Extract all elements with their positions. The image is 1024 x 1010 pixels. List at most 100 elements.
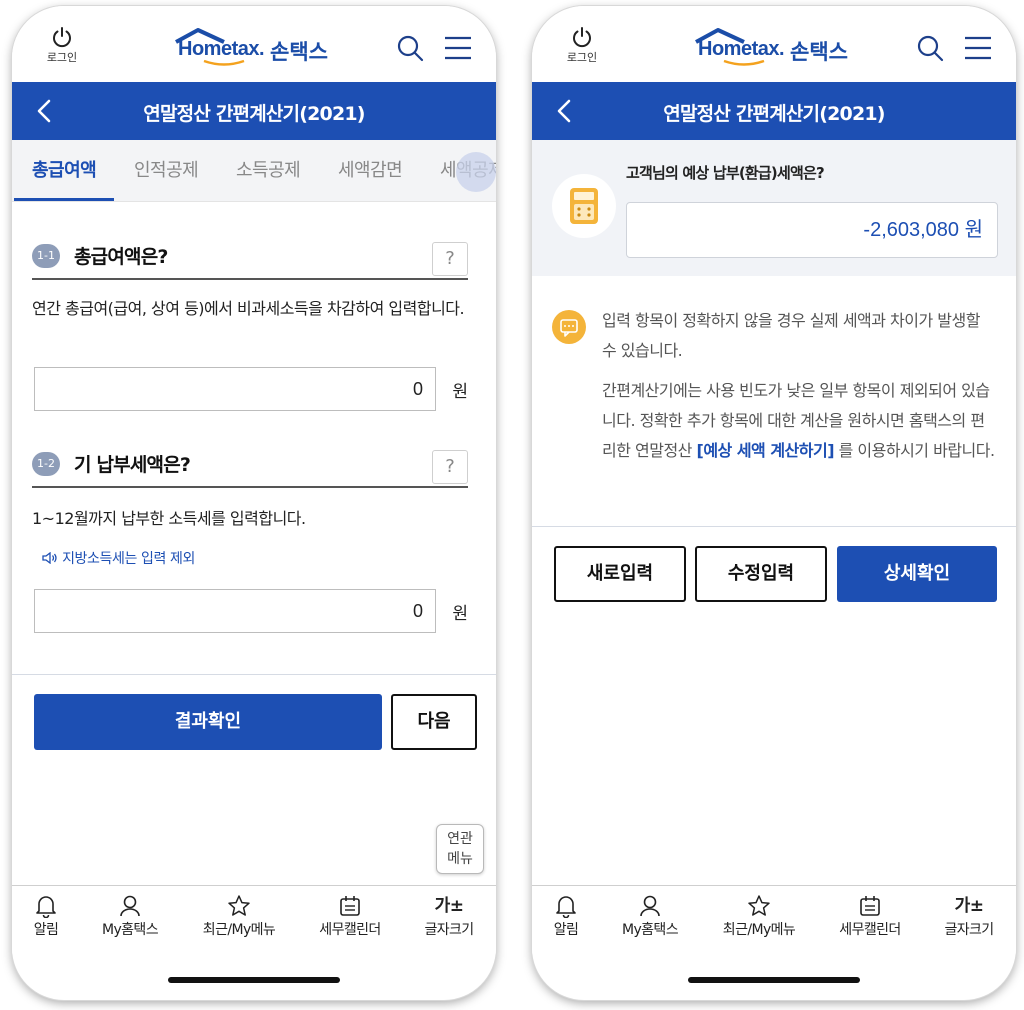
tab-scroll-indicator[interactable] bbox=[456, 152, 496, 192]
home-indicator bbox=[168, 977, 340, 983]
bell-icon bbox=[36, 896, 56, 918]
logo-hometax-text: Hometax. bbox=[698, 38, 785, 60]
nav-my-hometax[interactable]: My홈택스 bbox=[614, 894, 686, 939]
logo-sontax-text: 손택스 bbox=[790, 40, 848, 64]
star-icon bbox=[228, 895, 250, 916]
section-description: 연간 총급여(급여, 상여 등)에서 비과세소득을 차감하여 입력합니다. bbox=[32, 299, 465, 318]
nav-label: 최근/My메뉴 bbox=[202, 922, 276, 938]
nav-tax-calendar[interactable]: 세무캘린더 bbox=[310, 894, 390, 939]
related-menu-button[interactable]: 연관 메뉴 bbox=[436, 824, 484, 874]
detail-confirm-button[interactable]: 상세확인 bbox=[837, 546, 997, 602]
hamburger-menu-icon[interactable] bbox=[964, 36, 992, 60]
nav-notifications[interactable]: 알림 bbox=[546, 894, 586, 939]
user-icon bbox=[120, 895, 140, 917]
phone-screen-input: 로그인 Hometax. 손택스 연말정산 간편계산기(2021) 총급여액 인… bbox=[12, 6, 496, 1000]
page-titlebar: 연말정산 간편계산기(2021) bbox=[12, 82, 496, 140]
step-tabs: 총급여액 인적공제 소득공제 세액감면 세액공제 bbox=[12, 140, 496, 202]
login-button[interactable]: 로그인 bbox=[562, 26, 602, 65]
help-button[interactable]: ? bbox=[432, 242, 468, 276]
nav-label: My홈택스 bbox=[101, 922, 159, 938]
section-divider bbox=[12, 674, 496, 675]
section-paid-tax-header: 1-2 기 납부세액은? ? bbox=[32, 444, 468, 488]
nav-label: 세무캘린더 bbox=[319, 922, 381, 938]
logo-sontax-text: 손택스 bbox=[270, 40, 328, 64]
section-gross-salary-header: 1-1 총급여액은? ? bbox=[32, 236, 468, 280]
currency-unit: 원 bbox=[452, 382, 468, 402]
hometax-logo[interactable]: Hometax. 손택스 bbox=[692, 28, 862, 66]
nav-label: My홈택스 bbox=[621, 922, 679, 938]
related-menu-line1: 연관 bbox=[447, 831, 473, 847]
nav-recent-my-menu[interactable]: 최근/My메뉴 bbox=[714, 894, 804, 939]
tab-tax-reduction[interactable]: 세액감면 bbox=[338, 140, 403, 201]
nav-recent-my-menu[interactable]: 최근/My메뉴 bbox=[194, 894, 284, 939]
nav-tax-calendar[interactable]: 세무캘린더 bbox=[830, 894, 910, 939]
next-button[interactable]: 다음 bbox=[391, 694, 477, 750]
font-size-icon: 가± bbox=[434, 896, 464, 916]
local-tax-note: 지방소득세는 입력 제외 bbox=[42, 548, 195, 568]
calendar-icon bbox=[340, 896, 360, 916]
currency-unit: 원 bbox=[452, 604, 468, 624]
nav-font-size[interactable]: 가± 글자크기 bbox=[934, 894, 1004, 939]
tab-personal-deduction[interactable]: 인적공제 bbox=[134, 140, 199, 201]
nav-label: 최근/My메뉴 bbox=[722, 922, 796, 938]
nav-label: 알림 bbox=[33, 922, 59, 938]
search-icon[interactable] bbox=[916, 34, 944, 62]
nav-label: 글자크기 bbox=[424, 922, 474, 938]
logo-swoosh bbox=[723, 59, 765, 66]
star-icon bbox=[748, 895, 770, 916]
power-icon bbox=[573, 27, 591, 48]
page-title: 연말정산 간편계산기(2021) bbox=[143, 103, 365, 125]
step-badge: 1-1 bbox=[32, 244, 60, 268]
info-text-part: 를 이용하시기 바랍니다. bbox=[834, 441, 995, 460]
result-confirm-button[interactable]: 결과확인 bbox=[34, 694, 382, 750]
help-button[interactable]: ? bbox=[432, 450, 468, 484]
phone-screen-result: 로그인 Hometax. 손택스 연말정산 간편계산기(2021) 고객님의 예… bbox=[532, 6, 1016, 1000]
tab-gross-salary[interactable]: 총급여액 bbox=[13, 140, 115, 201]
nav-my-hometax[interactable]: My홈택스 bbox=[94, 894, 166, 939]
gross-salary-row: 0 원 bbox=[34, 367, 468, 411]
result-panel: 고객님의 예상 납부(환급)세액은? -2,603,080 원 bbox=[532, 140, 1016, 276]
estimated-tax-value: -2,603,080 원 bbox=[626, 202, 998, 258]
power-icon bbox=[53, 27, 71, 48]
related-menu-line2: 메뉴 bbox=[447, 851, 473, 867]
bell-icon bbox=[556, 896, 576, 918]
user-icon bbox=[640, 895, 660, 917]
hamburger-menu-icon[interactable] bbox=[444, 36, 472, 60]
chat-bubble-icon bbox=[560, 319, 578, 337]
login-button[interactable]: 로그인 bbox=[42, 26, 82, 65]
nav-label: 세무캘린더 bbox=[839, 922, 901, 938]
nav-label: 알림 bbox=[553, 922, 579, 938]
section-title: 총급여액은? bbox=[74, 246, 168, 268]
logo-hometax-text: Hometax. bbox=[178, 38, 265, 60]
section-divider bbox=[532, 526, 1016, 527]
page-title: 연말정산 간편계산기(2021) bbox=[663, 103, 885, 125]
nav-notifications[interactable]: 알림 bbox=[26, 894, 66, 939]
info-paragraph-2: 간편계산기에는 사용 빈도가 낮은 일부 항목이 제외되어 있습니다. 정확한 … bbox=[602, 376, 998, 466]
tab-income-deduction[interactable]: 소득공제 bbox=[236, 140, 301, 201]
search-icon[interactable] bbox=[396, 34, 424, 62]
calendar-icon bbox=[860, 896, 880, 916]
login-label: 로그인 bbox=[46, 51, 78, 64]
info-paragraph-1: 입력 항목이 정확하지 않을 경우 실제 세액과 차이가 발생할 수 있습니다. bbox=[602, 311, 980, 360]
result-label: 고객님의 예상 납부(환급)세액은? bbox=[626, 164, 825, 182]
bottom-navigation: 알림 My홈택스 최근/My메뉴 세무캘린더 가± 글자크기 bbox=[12, 885, 496, 955]
nav-font-size[interactable]: 가± 글자크기 bbox=[414, 894, 484, 939]
font-size-icon: 가± bbox=[954, 896, 984, 916]
estimate-tax-link[interactable]: [예상 세액 계산하기] bbox=[697, 441, 835, 460]
nav-label: 글자크기 bbox=[944, 922, 994, 938]
paid-tax-row: 0 원 bbox=[34, 589, 468, 633]
bottom-navigation: 알림 My홈택스 최근/My메뉴 세무캘린더 가± 글자크기 bbox=[532, 885, 1016, 955]
new-input-button[interactable]: 새로입력 bbox=[554, 546, 686, 602]
edit-input-button[interactable]: 수정입력 bbox=[695, 546, 827, 602]
info-badge bbox=[552, 310, 586, 344]
home-indicator bbox=[688, 977, 860, 983]
page-titlebar: 연말정산 간편계산기(2021) bbox=[532, 82, 1016, 140]
speaker-icon bbox=[42, 551, 57, 565]
hometax-logo[interactable]: Hometax. 손택스 bbox=[172, 28, 342, 66]
step-badge: 1-2 bbox=[32, 452, 60, 476]
gross-salary-input[interactable]: 0 bbox=[34, 367, 436, 411]
note-text: 지방소득세는 입력 제외 bbox=[62, 551, 195, 567]
login-label: 로그인 bbox=[566, 51, 598, 64]
top-header: 로그인 Hometax. 손택스 bbox=[12, 6, 496, 82]
paid-tax-input[interactable]: 0 bbox=[34, 589, 436, 633]
